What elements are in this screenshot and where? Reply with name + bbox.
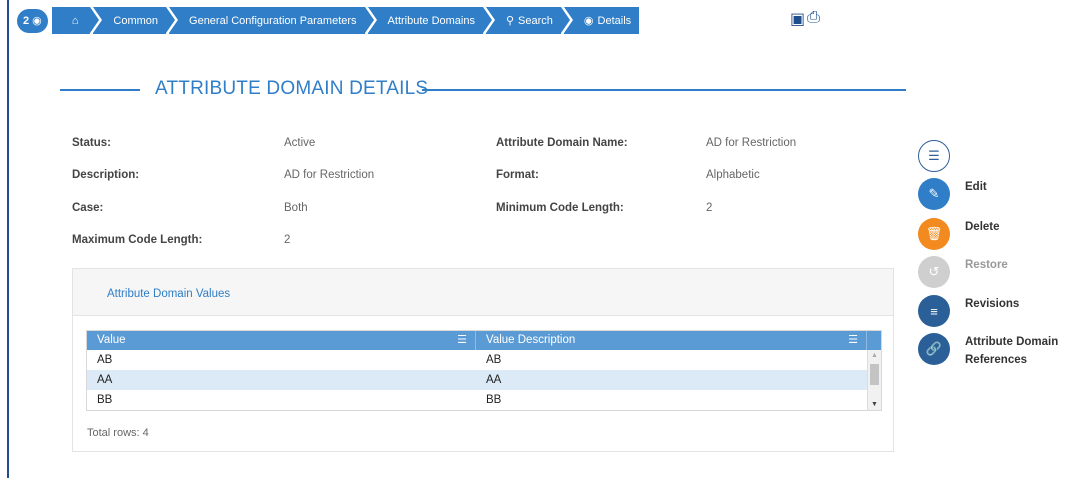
revisions-label: Revisions	[965, 298, 1020, 310]
min-length-value: 2	[706, 202, 713, 214]
format-label: Format:	[496, 169, 539, 181]
edit-label: Edit	[965, 181, 987, 193]
breadcrumb-general-config[interactable]: General Configuration Parameters	[169, 7, 374, 34]
actions-menu-button[interactable]: ☰	[918, 140, 950, 172]
column-menu-icon[interactable]: ☰	[848, 331, 858, 350]
values-grid: Value ☰ Value Description ☰ AB AB AA AA …	[86, 330, 882, 411]
delete-label: Delete	[965, 221, 1000, 233]
breadcrumb-common[interactable]: Common	[93, 7, 175, 34]
grid-header: Value ☰ Value Description ☰	[87, 331, 881, 350]
table-row[interactable]: AB AB	[87, 350, 867, 370]
attribute-domain-values-panel: Attribute Domain Values Value ☰ Value De…	[72, 268, 894, 452]
home-icon: ⌂	[71, 14, 79, 27]
format-value: Alphabetic	[706, 169, 760, 181]
heading-rule-left	[60, 89, 140, 91]
cell-value-description: AA	[486, 374, 502, 386]
page-title: ATTRIBUTE DOMAIN DETAILS	[155, 78, 429, 99]
list-icon: ☰	[918, 140, 950, 172]
table-row[interactable]: AA AA	[87, 370, 867, 390]
cell-value-description: BB	[486, 394, 502, 406]
database-icon: ≡	[918, 295, 950, 327]
case-value: Both	[284, 202, 308, 214]
panel-title[interactable]: Attribute Domain Values	[107, 288, 230, 300]
edit-button[interactable]: ✎ Edit	[918, 178, 987, 210]
description-value: AD for Restriction	[284, 169, 375, 181]
restore-label: Restore	[965, 259, 1008, 271]
breadcrumb-search[interactable]: ⚲ Search	[485, 7, 570, 34]
scroll-down-icon[interactable]: ▼	[871, 401, 878, 408]
references-label-line2: References	[965, 354, 1028, 366]
column-menu-icon[interactable]: ☰	[457, 331, 467, 350]
restore-button: ↺ Restore	[918, 256, 1008, 288]
link-icon: 🔗	[918, 333, 950, 365]
max-length-value: 2	[284, 234, 291, 246]
trash-icon: 🗑	[918, 218, 950, 250]
table-row[interactable]: BB BB	[87, 390, 867, 410]
description-label: Description:	[72, 169, 140, 181]
eye-icon: ◉	[583, 15, 594, 27]
column-header-value-description[interactable]: Value Description ☰	[476, 331, 867, 350]
breadcrumb-label: Details	[597, 14, 632, 27]
cell-value: AA	[97, 374, 113, 386]
column-header-value[interactable]: Value ☰	[87, 331, 476, 350]
domain-name-label: Attribute Domain Name:	[496, 137, 628, 149]
heading-rule-right	[422, 89, 906, 91]
status-value: Active	[284, 137, 316, 149]
eye-icon: ◉	[32, 15, 42, 27]
total-rows: Total rows: 4	[87, 427, 149, 439]
breadcrumb-label: Common	[113, 14, 159, 27]
grid-scrollbar[interactable]: ▲ ▼	[867, 350, 881, 410]
edit-icon: ✎	[918, 178, 950, 210]
scroll-thumb[interactable]	[870, 364, 879, 385]
domain-name-value: AD for Restriction	[706, 137, 797, 149]
references-label-line1: Attribute Domain	[965, 336, 1059, 348]
breadcrumb-label: Search	[518, 14, 553, 27]
column-header-label: Value	[97, 334, 126, 346]
breadcrumb-home[interactable]: ⌂	[51, 7, 99, 34]
open-tabs-counter[interactable]: 2 ◉	[17, 8, 48, 33]
min-length-label: Minimum Code Length:	[496, 202, 624, 214]
case-label: Case:	[72, 202, 104, 214]
breadcrumb-details[interactable]: ◉ Details	[563, 7, 640, 34]
delete-button[interactable]: 🗑 Delete	[918, 218, 1000, 250]
cell-value-description: AB	[486, 354, 502, 366]
counter-value: 2	[23, 14, 30, 27]
save-icon[interactable]: ▣	[790, 9, 805, 29]
max-length-label: Maximum Code Length:	[72, 234, 203, 246]
scroll-up-icon[interactable]: ▲	[871, 352, 878, 359]
breadcrumb: 2 ◉ ⌂ Common General Configuration Param…	[17, 7, 642, 34]
print-icon[interactable]: ⎙	[807, 9, 820, 29]
search-icon: ⚲	[505, 15, 515, 27]
breadcrumb-attribute-domains[interactable]: Attribute Domains	[367, 7, 493, 34]
cell-value: AB	[97, 354, 113, 366]
breadcrumb-label: Attribute Domains	[387, 14, 475, 27]
breadcrumb-label: General Configuration Parameters	[189, 14, 357, 27]
cell-value: BB	[97, 394, 113, 406]
restore-icon: ↺	[918, 256, 950, 288]
status-label: Status:	[72, 137, 111, 149]
revisions-button[interactable]: ≡ Revisions	[918, 295, 1019, 327]
attribute-domain-references-button[interactable]: 🔗 Attribute Domain References	[918, 333, 1058, 369]
column-header-label: Value Description	[486, 334, 576, 346]
references-label: Attribute Domain References	[965, 333, 1058, 369]
toolbar-icons: ▣ ⎙	[790, 9, 820, 29]
